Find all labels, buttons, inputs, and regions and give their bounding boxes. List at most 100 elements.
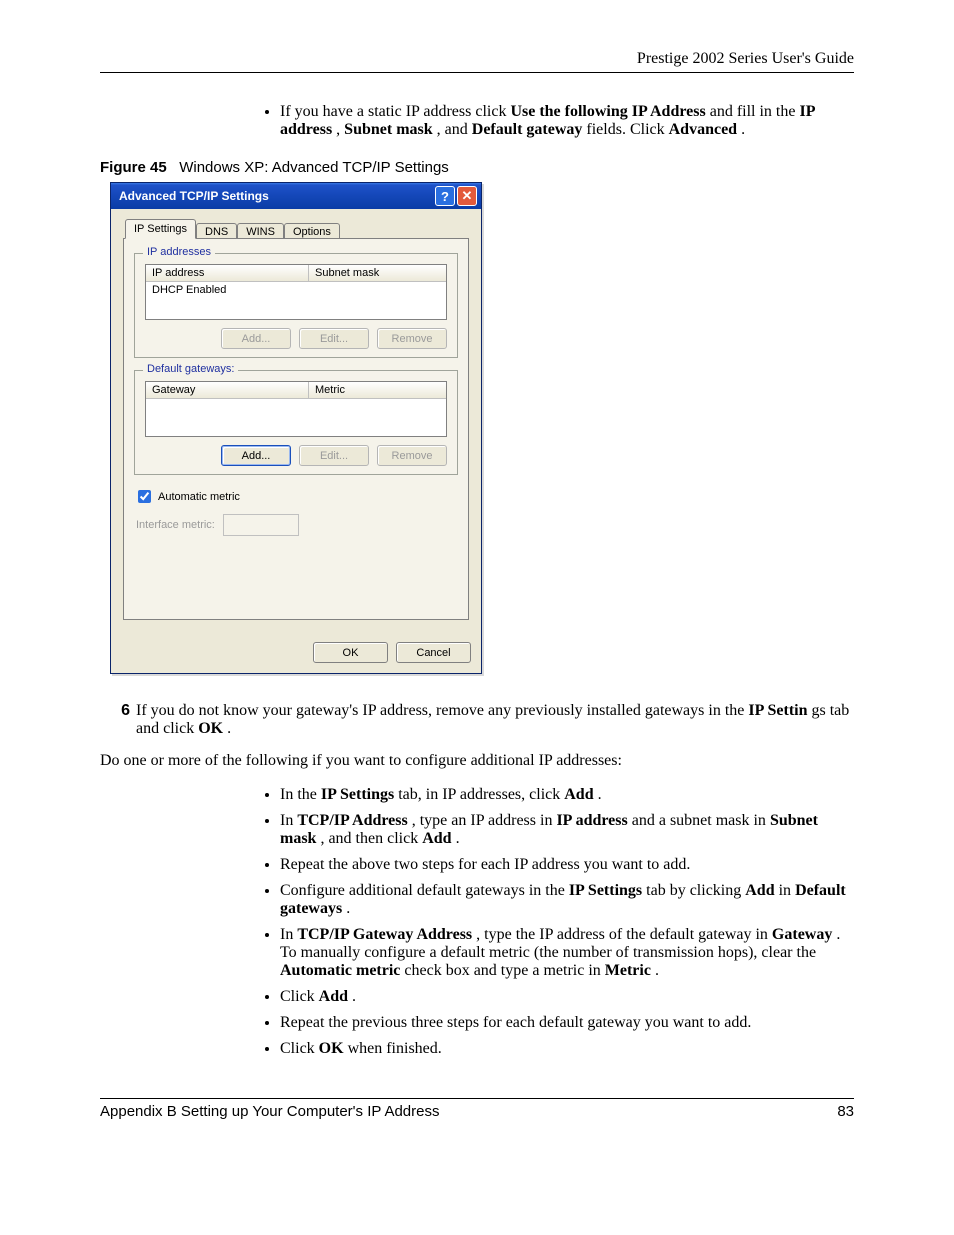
gw-listview[interactable]: Gateway Metric xyxy=(145,381,447,437)
t: , type the IP address of the default gat… xyxy=(476,926,772,943)
t: IP address xyxy=(556,812,627,829)
figure-text: Windows XP: Advanced TCP/IP Settings xyxy=(179,159,449,176)
list-item: In TCP/IP Gateway Address , type the IP … xyxy=(280,926,854,980)
t: Gateway xyxy=(772,926,832,943)
t: If you do not know your gateway's IP add… xyxy=(136,702,748,719)
col-ip-address[interactable]: IP address xyxy=(146,265,309,281)
ip-edit-button: Edit... xyxy=(299,328,369,349)
list-item: In TCP/IP Address , type an IP address i… xyxy=(280,812,854,848)
t: . xyxy=(352,988,356,1005)
group-gw-legend: Default gateways: xyxy=(143,363,238,375)
t: and fill in the xyxy=(710,103,800,120)
footer-rule xyxy=(100,1098,854,1099)
group-ip-addresses: IP addresses IP address Subnet mask DHCP… xyxy=(134,253,458,358)
t: , xyxy=(336,121,344,138)
t: when finished. xyxy=(348,1040,442,1057)
list-item: Repeat the previous three steps for each… xyxy=(280,1014,854,1032)
automatic-metric-row: Automatic metric xyxy=(134,487,458,506)
t: Add xyxy=(745,882,774,899)
t: Configure additional default gateways in… xyxy=(280,882,569,899)
t: Add xyxy=(564,786,593,803)
t: in xyxy=(779,882,795,899)
ok-button[interactable]: OK xyxy=(313,642,388,663)
t: Add xyxy=(319,988,348,1005)
t: Add xyxy=(422,830,451,847)
help-icon[interactable]: ? xyxy=(435,186,455,206)
tab-ip-settings[interactable]: IP Settings xyxy=(125,219,196,239)
step-6: 6 If you do not know your gateway's IP a… xyxy=(100,702,854,738)
t: If you have a static IP address click xyxy=(280,103,510,120)
list-item: Click OK when finished. xyxy=(280,1040,854,1058)
intro-bullet-block: If you have a static IP address click Us… xyxy=(260,103,854,139)
interface-metric-label: Interface metric: xyxy=(136,519,215,531)
t: OK xyxy=(198,720,223,737)
figure-label: Figure 45 xyxy=(100,159,167,176)
header-rule xyxy=(100,72,854,73)
col-metric[interactable]: Metric xyxy=(309,382,446,398)
ip-remove-button: Remove xyxy=(377,328,447,349)
list-item: Repeat the above two steps for each IP a… xyxy=(280,856,854,874)
t: Click xyxy=(280,1040,319,1057)
intro-bullet: If you have a static IP address click Us… xyxy=(280,103,854,139)
t: , type an IP address in xyxy=(412,812,557,829)
tab-panel: IP addresses IP address Subnet mask DHCP… xyxy=(123,238,469,620)
step-6-number: 6 xyxy=(100,702,130,738)
t: Advanced xyxy=(669,121,737,138)
t: . xyxy=(227,720,231,737)
dialog-title: Advanced TCP/IP Settings xyxy=(115,189,433,203)
group-default-gateways: Default gateways: Gateway Metric Add... … xyxy=(134,370,458,475)
t: . xyxy=(598,786,602,803)
automatic-metric-label: Automatic metric xyxy=(158,491,240,503)
t: and a subnet mask in xyxy=(632,812,770,829)
t: , and xyxy=(437,121,472,138)
t: , and then click xyxy=(320,830,422,847)
list-item: In the IP Settings tab, in IP addresses,… xyxy=(280,786,854,804)
t: Automatic metric xyxy=(280,962,400,979)
titlebar[interactable]: Advanced TCP/IP Settings ? ✕ xyxy=(111,183,481,209)
t: In the xyxy=(280,786,321,803)
gw-edit-button: Edit... xyxy=(299,445,369,466)
cancel-button[interactable]: Cancel xyxy=(396,642,471,663)
gw-add-button[interactable]: Add... xyxy=(221,445,291,466)
tabstrip: IP Settings DNS WINS Options xyxy=(123,219,469,239)
t: Use the following IP Address xyxy=(510,103,705,120)
t: Click xyxy=(280,988,319,1005)
list-item: Configure additional default gateways in… xyxy=(280,882,854,918)
t: OK xyxy=(319,1040,344,1057)
col-gateway[interactable]: Gateway xyxy=(146,382,309,398)
footer-appendix: Appendix B Setting up Your Computer's IP… xyxy=(100,1103,439,1120)
ip-add-button: Add... xyxy=(221,328,291,349)
ip-listview[interactable]: IP address Subnet mask DHCP Enabled xyxy=(145,264,447,320)
t: . xyxy=(655,962,659,979)
close-icon[interactable]: ✕ xyxy=(457,186,477,206)
automatic-metric-checkbox[interactable] xyxy=(138,490,151,503)
t: IP Settings xyxy=(569,882,642,899)
t: tab, in IP addresses, click xyxy=(398,786,564,803)
xp-dialog: Advanced TCP/IP Settings ? ✕ IP Settings… xyxy=(110,182,482,674)
t: Default gateway xyxy=(472,121,583,138)
figure-caption: Figure 45 Windows XP: Advanced TCP/IP Se… xyxy=(100,159,854,176)
t: check box and type a metric in xyxy=(404,962,604,979)
t: In xyxy=(280,926,297,943)
list-item: Click Add . xyxy=(280,988,854,1006)
additional-bullets: In the IP Settings tab, in IP addresses,… xyxy=(260,786,854,1058)
t: Subnet mask xyxy=(344,121,432,138)
col-subnet-mask[interactable]: Subnet mask xyxy=(309,265,446,281)
t: tab by clicking xyxy=(646,882,745,899)
t: . xyxy=(346,900,350,917)
footer-page-number: 83 xyxy=(837,1103,854,1120)
ip-row-dhcp[interactable]: DHCP Enabled xyxy=(146,282,446,298)
group-ip-legend: IP addresses xyxy=(143,246,215,258)
t: In xyxy=(280,812,297,829)
gw-remove-button: Remove xyxy=(377,445,447,466)
t: IP Settin xyxy=(748,702,807,719)
t: TCP/IP Address xyxy=(297,812,407,829)
paragraph-config-additional: Do one or more of the following if you w… xyxy=(100,752,854,770)
t: . xyxy=(741,121,745,138)
t: . xyxy=(456,830,460,847)
t: Metric xyxy=(605,962,651,979)
interface-metric-input xyxy=(223,514,299,536)
t: IP Settings xyxy=(321,786,394,803)
t: fields. Click xyxy=(586,121,668,138)
t: TCP/IP Gateway Address xyxy=(297,926,472,943)
